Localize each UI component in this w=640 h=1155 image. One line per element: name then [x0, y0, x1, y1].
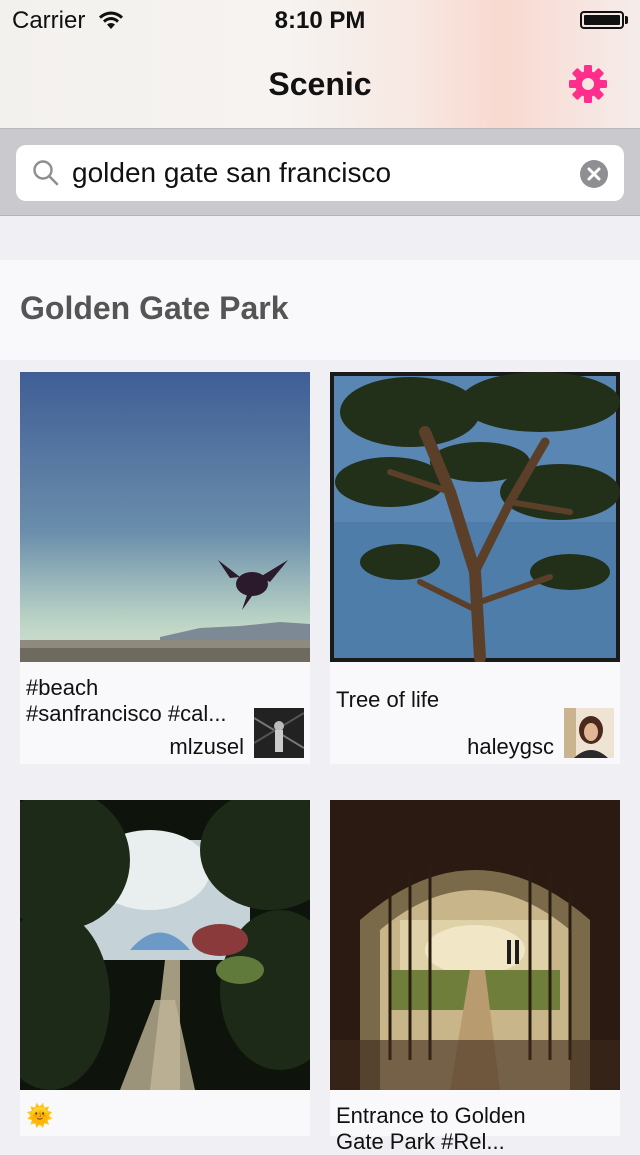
- caption-line: Entrance to Golden: [336, 1103, 526, 1128]
- photo-card[interactable]: 🌞: [20, 800, 310, 1136]
- caption-line: #beach: [26, 675, 99, 700]
- caption-line: Gate Park #Rel...: [336, 1129, 505, 1154]
- caption-line: Tree of life: [336, 687, 440, 712]
- photo-card[interactable]: #beach #sanfrancisco #cal... mlzusel: [20, 372, 310, 764]
- status-bar: Carrier 8:10 PM: [0, 0, 640, 40]
- search-query-text: golden gate san francisco: [72, 157, 392, 188]
- clear-icon[interactable]: [579, 159, 609, 189]
- gear-icon[interactable]: [566, 62, 610, 106]
- photo-card[interactable]: Entrance to Golden Gate Park #Rel...: [330, 800, 620, 1154]
- battery-tip: [625, 16, 628, 24]
- section-header: Golden Gate Park: [0, 260, 640, 360]
- username[interactable]: haleygsc: [467, 734, 554, 760]
- battery-icon: [580, 11, 624, 29]
- clock-time: 8:10 PM: [274, 7, 366, 34]
- search-icon: [33, 160, 59, 186]
- photo-tree[interactable]: [330, 372, 620, 662]
- caption-line: 🌞: [26, 1103, 54, 1128]
- photo-entrance[interactable]: [330, 800, 620, 1090]
- photo-card[interactable]: Tree of life haleygsc: [330, 372, 620, 764]
- search-bar: golden gate san francisco: [0, 128, 640, 216]
- page-title: Scenic: [268, 66, 372, 102]
- avatar[interactable]: [254, 708, 304, 758]
- photo-caption: #beach #sanfrancisco #cal...: [26, 675, 252, 727]
- nav-bar: Carrier 8:10 PM Scenic: [0, 0, 640, 128]
- photo-path[interactable]: [20, 800, 310, 1090]
- photo-beach[interactable]: [20, 372, 310, 662]
- photo-caption: 🌞: [26, 1103, 252, 1129]
- photo-caption: Tree of life: [336, 687, 562, 713]
- username[interactable]: mlzusel: [169, 734, 244, 760]
- photo-caption: Entrance to Golden Gate Park #Rel...: [336, 1103, 562, 1155]
- caption-line: #sanfrancisco #cal...: [26, 701, 227, 726]
- section-title: Golden Gate Park: [20, 290, 289, 326]
- search-input[interactable]: golden gate san francisco: [16, 145, 624, 201]
- avatar[interactable]: [564, 708, 614, 758]
